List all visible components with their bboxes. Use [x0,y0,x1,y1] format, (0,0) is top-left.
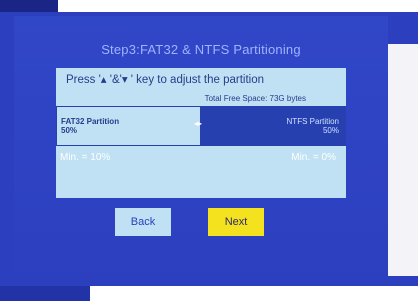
step-title: Step3:FAT32 & NTFS Partitioning [101,42,301,57]
fat32-percent: 50% [61,126,78,135]
ntfs-label: NTFS Partition 50% [287,117,339,135]
background-strip-top [0,0,418,12]
back-button[interactable]: Back [115,208,171,236]
background-strip-right [388,44,418,276]
instruction-text: Press '▴ '&'▾ ' key to adjust the partit… [66,74,265,86]
fat32-segment: FAT32 Partition 50% [57,107,202,145]
partition-wizard-screen: Step3:FAT32 & NTFS Partitioning Press '▴… [14,16,388,286]
ntfs-name: NTFS Partition [286,117,339,126]
ntfs-minimum: Min. = 0% [291,152,336,163]
next-button[interactable]: Next [208,208,264,236]
ntfs-percent: 50% [322,126,339,135]
partition-panel: Press '▴ '&'▾ ' key to adjust the partit… [56,68,346,198]
partition-slider[interactable]: FAT32 Partition 50% NTFS Partition 50% ◂… [56,106,346,146]
fat32-name: FAT32 Partition [61,117,120,126]
background-strip-bottom-dark [0,286,90,301]
slider-handle-icon[interactable]: ◂▸ [194,119,202,128]
free-space-label: Total Free Space: 73G bytes [204,94,306,103]
fat32-minimum: Min. = 10% [60,152,111,163]
fat32-label: FAT32 Partition 50% [61,117,119,135]
ntfs-segment: NTFS Partition 50% [200,107,345,145]
background-strip-top-dark [0,0,58,12]
